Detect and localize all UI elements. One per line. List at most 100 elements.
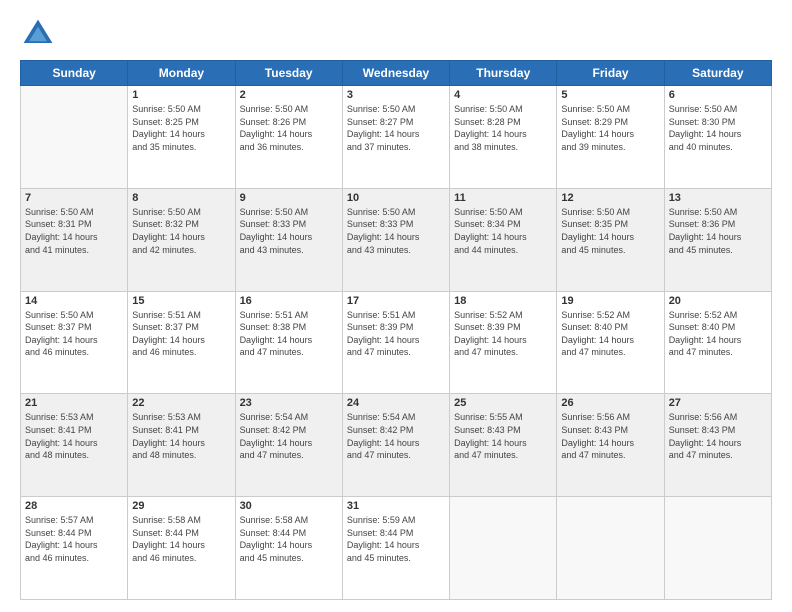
day-of-week-header: Saturday — [664, 61, 771, 86]
calendar-day-cell: 28Sunrise: 5:57 AM Sunset: 8:44 PM Dayli… — [21, 497, 128, 600]
day-number: 29 — [132, 500, 230, 512]
calendar-day-cell: 8 Sunrise: 5:50 AM Sunset: 8:32 PM Daylig… — [128, 188, 235, 291]
day-number: 23 — [240, 397, 338, 409]
calendar-day-cell: 2 Sunrise: 5:50 AM Sunset: 8:26 PM Daylig… — [235, 86, 342, 189]
calendar-week-row: 7 Sunrise: 5:50 AM Sunset: 8:31 PM Daylig… — [21, 188, 772, 291]
day-number: 1 — [132, 89, 230, 101]
day-number: 13 — [669, 192, 767, 204]
day-info: Sunrise: 5:50 AM Sunset: 8:37 PM Dayligh… — [25, 309, 123, 359]
calendar-header-row: SundayMondayTuesdayWednesdayThursdayFrid… — [21, 61, 772, 86]
day-number: 7 — [25, 192, 123, 204]
page: SundayMondayTuesdayWednesdayThursdayFrid… — [0, 0, 792, 612]
day-number: 21 — [25, 397, 123, 409]
calendar-day-cell: 24 Sunrise: 5:54 AM Sunset: 8:42 PM Dayli… — [342, 394, 449, 497]
calendar-day-cell: 27 Sunrise: 5:56 AM Sunset: 8:43 PM Dayli… — [664, 394, 771, 497]
day-number: 8 — [132, 192, 230, 204]
calendar-week-row: 14 Sunrise: 5:50 AM Sunset: 8:37 PM Dayli… — [21, 291, 772, 394]
calendar-day-cell: 19Sunrise: 5:52 AM Sunset: 8:40 PM Dayli… — [557, 291, 664, 394]
day-info: Sunrise: 5:51 AM Sunset: 8:38 PM Dayligh… — [240, 309, 338, 359]
day-info: Sunrise: 5:56 AM Sunset: 8:43 PM Dayligh… — [561, 411, 659, 461]
day-number: 16 — [240, 295, 338, 307]
calendar-day-cell: 10 Sunrise: 5:50 AM Sunset: 8:33 PM Dayli… — [342, 188, 449, 291]
day-info: Sunrise: 5:53 AM Sunset: 8:41 PM Dayligh… — [132, 411, 230, 461]
calendar-day-cell: 26 Sunrise: 5:56 AM Sunset: 8:43 PM Dayli… — [557, 394, 664, 497]
calendar-day-cell: 23 Sunrise: 5:54 AM Sunset: 8:42 PM Dayli… — [235, 394, 342, 497]
day-info: Sunrise: 5:56 AM Sunset: 8:43 PM Dayligh… — [669, 411, 767, 461]
day-of-week-header: Sunday — [21, 61, 128, 86]
calendar-week-row: 1 Sunrise: 5:50 AM Sunset: 8:25 PM Daylig… — [21, 86, 772, 189]
day-of-week-header: Tuesday — [235, 61, 342, 86]
calendar-day-cell: 21 Sunrise: 5:53 AM Sunset: 8:41 PM Dayli… — [21, 394, 128, 497]
day-of-week-header: Friday — [557, 61, 664, 86]
calendar-day-cell: 31Sunrise: 5:59 AM Sunset: 8:44 PM Dayli… — [342, 497, 449, 600]
day-info: Sunrise: 5:54 AM Sunset: 8:42 PM Dayligh… — [347, 411, 445, 461]
day-number: 31 — [347, 500, 445, 512]
day-info: Sunrise: 5:50 AM Sunset: 8:31 PM Dayligh… — [25, 206, 123, 256]
day-info: Sunrise: 5:50 AM Sunset: 8:25 PM Dayligh… — [132, 103, 230, 153]
day-info: Sunrise: 5:50 AM Sunset: 8:27 PM Dayligh… — [347, 103, 445, 153]
day-number: 10 — [347, 192, 445, 204]
header — [20, 16, 772, 52]
calendar-week-row: 21 Sunrise: 5:53 AM Sunset: 8:41 PM Dayli… — [21, 394, 772, 497]
day-number: 6 — [669, 89, 767, 101]
day-number: 12 — [561, 192, 659, 204]
calendar-day-cell: 30Sunrise: 5:58 AM Sunset: 8:44 PM Dayli… — [235, 497, 342, 600]
calendar-day-cell: 6 Sunrise: 5:50 AM Sunset: 8:30 PM Daylig… — [664, 86, 771, 189]
calendar-day-cell — [21, 86, 128, 189]
calendar-day-cell: 20 Sunrise: 5:52 AM Sunset: 8:40 PM Dayli… — [664, 291, 771, 394]
day-info: Sunrise: 5:50 AM Sunset: 8:36 PM Dayligh… — [669, 206, 767, 256]
day-info: Sunrise: 5:50 AM Sunset: 8:26 PM Dayligh… — [240, 103, 338, 153]
day-number: 19 — [561, 295, 659, 307]
day-number: 2 — [240, 89, 338, 101]
day-number: 27 — [669, 397, 767, 409]
day-info: Sunrise: 5:50 AM Sunset: 8:33 PM Dayligh… — [240, 206, 338, 256]
day-number: 3 — [347, 89, 445, 101]
day-number: 20 — [669, 295, 767, 307]
day-info: Sunrise: 5:57 AM Sunset: 8:44 PM Dayligh… — [25, 514, 123, 564]
day-info: Sunrise: 5:58 AM Sunset: 8:44 PM Dayligh… — [132, 514, 230, 564]
calendar-day-cell: 16 Sunrise: 5:51 AM Sunset: 8:38 PM Dayli… — [235, 291, 342, 394]
day-number: 24 — [347, 397, 445, 409]
logo — [20, 16, 60, 52]
day-number: 9 — [240, 192, 338, 204]
day-info: Sunrise: 5:54 AM Sunset: 8:42 PM Dayligh… — [240, 411, 338, 461]
day-number: 22 — [132, 397, 230, 409]
calendar-day-cell: 15Sunrise: 5:51 AM Sunset: 8:37 PM Dayli… — [128, 291, 235, 394]
day-number: 30 — [240, 500, 338, 512]
day-info: Sunrise: 5:50 AM Sunset: 8:33 PM Dayligh… — [347, 206, 445, 256]
day-info: Sunrise: 5:50 AM Sunset: 8:29 PM Dayligh… — [561, 103, 659, 153]
calendar-day-cell: 17 Sunrise: 5:51 AM Sunset: 8:39 PM Dayli… — [342, 291, 449, 394]
day-info: Sunrise: 5:50 AM Sunset: 8:30 PM Dayligh… — [669, 103, 767, 153]
calendar-day-cell: 9 Sunrise: 5:50 AM Sunset: 8:33 PM Daylig… — [235, 188, 342, 291]
day-info: Sunrise: 5:50 AM Sunset: 8:32 PM Dayligh… — [132, 206, 230, 256]
day-info: Sunrise: 5:50 AM Sunset: 8:34 PM Dayligh… — [454, 206, 552, 256]
day-info: Sunrise: 5:55 AM Sunset: 8:43 PM Dayligh… — [454, 411, 552, 461]
day-of-week-header: Thursday — [450, 61, 557, 86]
day-info: Sunrise: 5:51 AM Sunset: 8:39 PM Dayligh… — [347, 309, 445, 359]
day-number: 25 — [454, 397, 552, 409]
day-number: 11 — [454, 192, 552, 204]
day-info: Sunrise: 5:51 AM Sunset: 8:37 PM Dayligh… — [132, 309, 230, 359]
day-info: Sunrise: 5:52 AM Sunset: 8:39 PM Dayligh… — [454, 309, 552, 359]
calendar-day-cell: 11 Sunrise: 5:50 AM Sunset: 8:34 PM Dayli… — [450, 188, 557, 291]
day-number: 18 — [454, 295, 552, 307]
calendar-day-cell: 14 Sunrise: 5:50 AM Sunset: 8:37 PM Dayli… — [21, 291, 128, 394]
calendar-day-cell: 25 Sunrise: 5:55 AM Sunset: 8:43 PM Dayli… — [450, 394, 557, 497]
day-number: 17 — [347, 295, 445, 307]
logo-icon — [20, 16, 56, 52]
calendar-day-cell: 29 Sunrise: 5:58 AM Sunset: 8:44 PM Dayli… — [128, 497, 235, 600]
day-info: Sunrise: 5:52 AM Sunset: 8:40 PM Dayligh… — [669, 309, 767, 359]
calendar-table: SundayMondayTuesdayWednesdayThursdayFrid… — [20, 60, 772, 600]
calendar-day-cell: 12Sunrise: 5:50 AM Sunset: 8:35 PM Dayli… — [557, 188, 664, 291]
calendar-day-cell: 18 Sunrise: 5:52 AM Sunset: 8:39 PM Dayli… — [450, 291, 557, 394]
calendar-week-row: 28Sunrise: 5:57 AM Sunset: 8:44 PM Dayli… — [21, 497, 772, 600]
calendar-day-cell: 3 Sunrise: 5:50 AM Sunset: 8:27 PM Daylig… — [342, 86, 449, 189]
calendar-day-cell: 5 Sunrise: 5:50 AM Sunset: 8:29 PM Daylig… — [557, 86, 664, 189]
calendar-day-cell: 7 Sunrise: 5:50 AM Sunset: 8:31 PM Daylig… — [21, 188, 128, 291]
day-number: 5 — [561, 89, 659, 101]
calendar-day-cell — [664, 497, 771, 600]
day-number: 14 — [25, 295, 123, 307]
day-number: 26 — [561, 397, 659, 409]
calendar-day-cell — [557, 497, 664, 600]
day-info: Sunrise: 5:53 AM Sunset: 8:41 PM Dayligh… — [25, 411, 123, 461]
